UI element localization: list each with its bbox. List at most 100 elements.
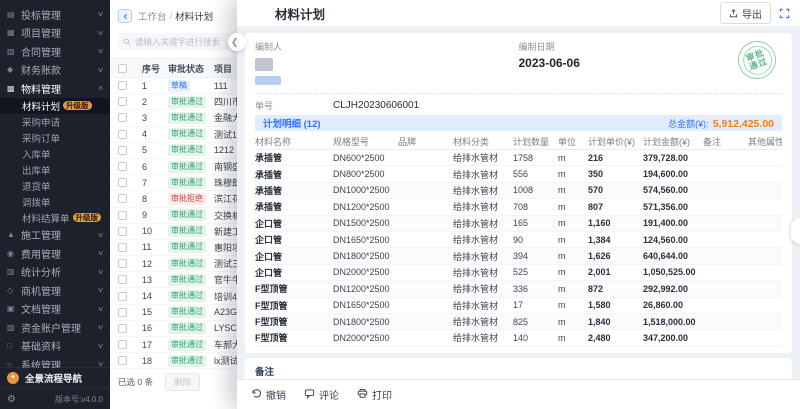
row-checkbox[interactable] [118,292,127,301]
finance-icon: ◆ [7,65,21,74]
row-checkbox[interactable] [118,243,127,252]
material-cell-spec: DN800*2500 [333,169,398,179]
row-checkbox[interactable] [118,194,127,203]
row-checkbox[interactable] [118,81,127,90]
material-cell-name: F型顶管 [255,299,333,312]
sidebar-item[interactable]: ▩物料管理∧ [0,79,110,98]
chevron-up-icon: ∧ [97,84,104,92]
material-cell-spec: DN1200*2500 [333,284,398,294]
drawer-resize-handle[interactable] [791,218,800,244]
gear-icon[interactable]: ⚙ [7,394,16,405]
chevron-down-icon: ∨ [97,323,104,331]
row-checkbox[interactable] [118,130,127,139]
material-cell-unit: m [558,235,588,245]
status-badge: 审批通过 [168,322,206,334]
material-icon: ▩ [7,84,21,93]
chevron-down-icon: ∨ [97,286,104,294]
sidebar-subitem[interactable]: 退货单 [0,178,110,194]
material-cell-amount: 347,200.00 [643,333,703,343]
row-checkbox[interactable] [118,162,127,171]
sidebar-item[interactable]: ▲施工管理∨ [0,226,110,245]
bid-icon: ▤ [7,10,21,19]
select-all-checkbox[interactable] [118,64,127,73]
row-checkbox[interactable] [118,227,127,236]
back-button[interactable] [118,9,132,23]
sidebar-item-label: 退货单 [22,179,51,193]
sidebar-item[interactable]: ◇商机管理∨ [0,281,110,300]
sidebar-item[interactable]: ◉费用管理∨ [0,244,110,263]
version-label: 版本号:v4.0.0 [55,394,103,405]
material-col-header: 材料名称 [255,135,333,148]
material-cell-qty: 140 [513,333,558,343]
row-checkbox[interactable] [118,324,127,333]
fullscreen-icon[interactable] [779,8,790,19]
status-badge: 审批通过 [168,241,206,253]
row-checkbox[interactable] [118,340,127,349]
material-cell-qty: 90 [513,235,558,245]
row-checkbox[interactable] [118,259,127,268]
row-checkbox[interactable] [118,308,127,317]
status-badge: 审批通过 [168,112,206,124]
sidebar-subitem[interactable]: 入库单 [0,146,110,162]
row-checkbox[interactable] [118,356,127,365]
material-cell-category: 给排水管材 [453,200,513,213]
sidebar-item[interactable]: ▤投标管理∨ [0,5,110,24]
material-cell-amount: 191,400.00 [643,218,703,228]
row-checkbox[interactable] [118,178,127,187]
row-checkbox[interactable] [118,97,127,106]
breadcrumb-root[interactable]: 工作台 [138,9,167,23]
delete-button[interactable]: 删除 [165,373,200,391]
sidebar-subitem[interactable]: 材料结算单升级版 [0,210,110,226]
print-button[interactable]: 打印 [357,387,392,402]
comment-button[interactable]: 评论 [304,387,339,402]
material-cell-price: 216 [588,153,643,163]
section-title: 计划明细 (12) [263,116,321,130]
material-cell-name: F型顶管 [255,282,333,295]
sidebar-item[interactable]: ◆财务账款∨ [0,61,110,80]
sidebar-item-panorama[interactable]: ✦ 全景流程导航 [0,367,110,388]
drawer-collapse-handle[interactable]: ❮ [228,33,246,51]
material-cell-amount: 26,860.00 [643,300,703,310]
material-cell-qty: 1008 [513,185,558,195]
material-col-header: 其他属性 [748,135,782,148]
sidebar-subitem[interactable]: 材料计划升级版 [0,98,110,114]
action-label: 评论 [319,387,339,402]
material-cell-unit: m [558,185,588,195]
row-checkbox[interactable] [118,113,127,122]
material-cell-name: 企口管 [255,233,333,246]
sidebar-subitem[interactable]: 调拨单 [0,194,110,210]
sidebar-subitem[interactable]: 出库单 [0,162,110,178]
undo-button[interactable]: 撤销 [251,387,286,402]
sidebar-subitem[interactable]: 采购订单 [0,130,110,146]
row-no: 17 [142,340,168,350]
export-button[interactable]: 导出 [720,2,771,24]
material-cell-unit: m [558,218,588,228]
status-badge: 草稿 [168,80,190,92]
material-cell-unit: m [558,300,588,310]
sidebar-item[interactable]: ▦项目管理∨ [0,24,110,43]
material-cell-spec: DN600*2500 [333,153,398,163]
material-cell-unit: m [558,333,588,343]
row-checkbox[interactable] [118,146,127,155]
row-checkbox[interactable] [118,211,127,220]
material-row: 企口管DN2000*2500给排水管材525m2,0011,050,525.00 [255,265,782,281]
material-cell-name: 企口管 [255,266,333,279]
undo-icon [251,388,262,402]
material-cell-unit: m [558,267,588,277]
sidebar-item[interactable]: □基础资料∨ [0,337,110,356]
material-cell-spec: DN1500*2500 [333,218,398,228]
row-no: 9 [142,210,168,220]
sidebar-item[interactable]: ▨资金账户管理∨ [0,318,110,337]
sidebar-item[interactable]: ▣文档管理∨ [0,300,110,319]
row-checkbox[interactable] [118,275,127,284]
sidebar-item[interactable]: ▧合同管理∨ [0,42,110,61]
total-value: 5,912,425.00 [713,118,774,130]
sidebar-item[interactable]: ▥统计分析∨ [0,263,110,282]
material-cell-spec: DN2000*2500 [333,267,398,277]
sidebar-subitem[interactable]: 采购申请 [0,114,110,130]
material-cell-name: 承插管 [255,168,333,181]
app-window: ▤投标管理∨▦项目管理∨▧合同管理∨◆财务账款∨▩物料管理∧材料计划升级版采购申… [0,0,800,409]
row-no: 15 [142,307,168,317]
material-cell-name: F型顶管 [255,331,333,344]
material-cell-unit: m [558,169,588,179]
